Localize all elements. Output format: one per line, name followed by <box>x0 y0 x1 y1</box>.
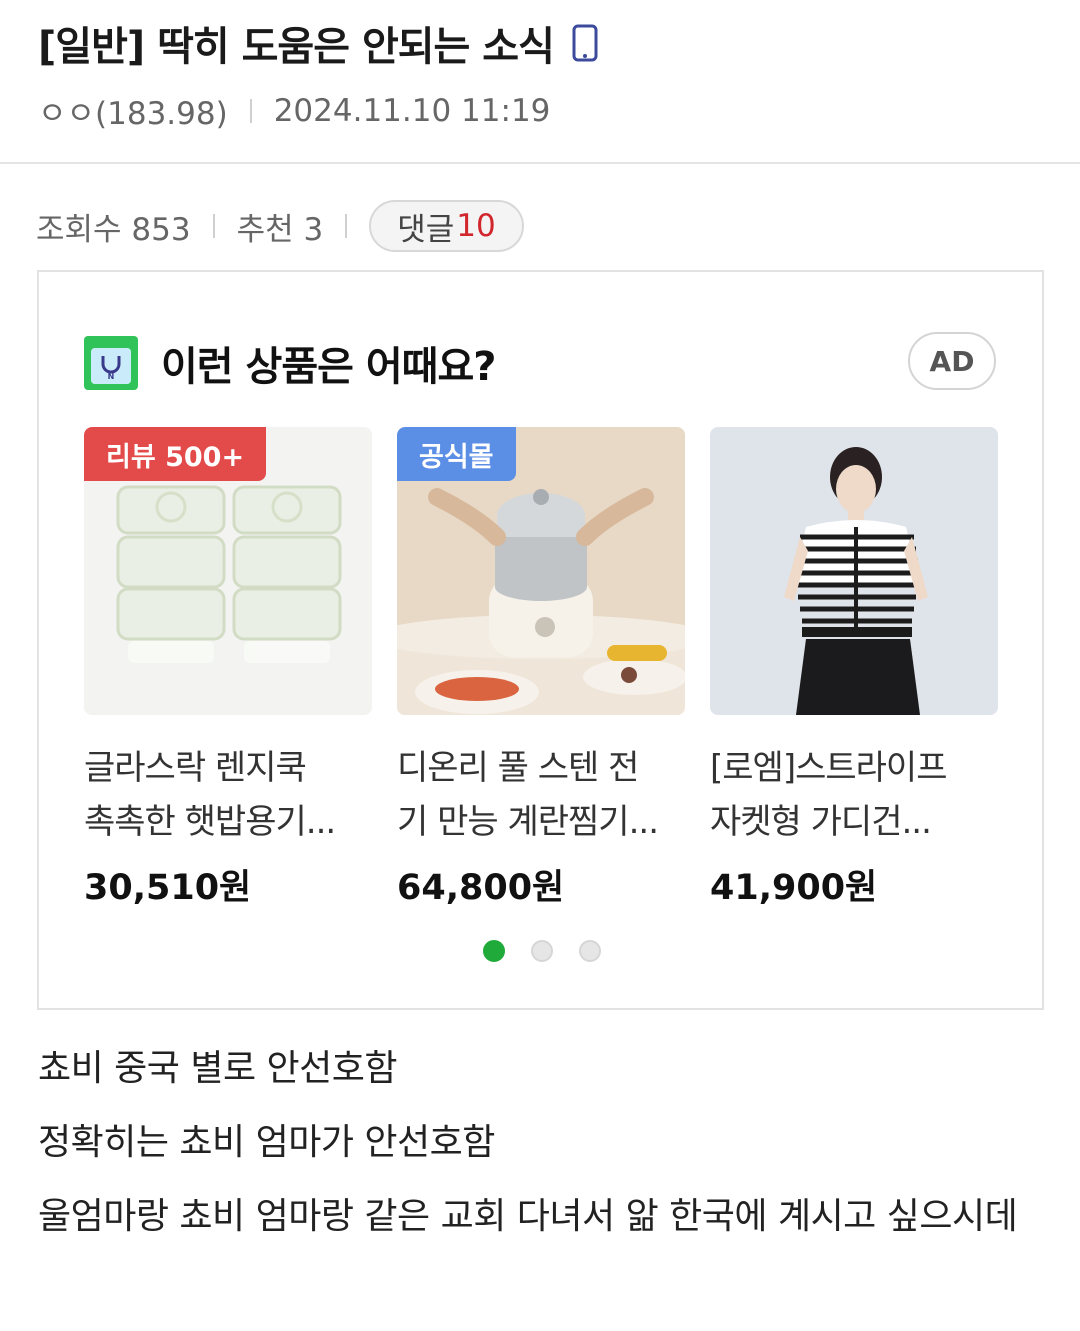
carousel-indicator <box>483 940 627 962</box>
product-name-line: 디온리 풀 스텐 전 <box>397 748 639 788</box>
ad-product-carousel: N 이런 상품은 어때요? AD 리뷰 500+ 글라스락 렌지쿡 촉촉한 햇밥… <box>37 270 1044 1010</box>
product-name-line: 기 만능 계란찜기... <box>397 802 659 842</box>
comment-button[interactable]: 댓글 10 <box>369 200 524 252</box>
comment-count: 10 <box>456 208 496 244</box>
product-name[interactable]: 글라스락 렌지쿡 촉촉한 햇밥용기... <box>84 741 372 849</box>
product-name[interactable]: 디온리 풀 스텐 전 기 만능 계란찜기... <box>397 741 685 849</box>
carousel-dot-active[interactable] <box>483 940 505 962</box>
product-image[interactable] <box>710 427 998 715</box>
post-title-text: [일반] 딱히 도움은 안되는 소식 <box>38 24 555 70</box>
author-name[interactable]: ㅇㅇ(183.98) <box>38 88 228 133</box>
product-tag: 공식몰 <box>397 427 516 481</box>
product-image[interactable]: 공식몰 <box>397 427 685 715</box>
post-title: [일반] 딱히 도움은 안되는 소식 <box>38 14 598 72</box>
mobile-phone-icon <box>572 24 598 62</box>
svg-text:N: N <box>108 372 115 381</box>
product-price: 64,800원 <box>397 868 565 908</box>
product-name-line: 글라스락 렌지쿡 <box>84 748 307 788</box>
post-body-line: 울엄마랑 쵸비 엄마랑 같은 교회 다녀서 앎 한국에 계시고 싶으시데 <box>38 1196 1018 1237</box>
divider <box>249 98 252 123</box>
recommend-count: 추천 3 <box>236 211 324 248</box>
product-name-line: 촉촉한 햇밥용기... <box>84 802 336 842</box>
post-meta: ㅇㅇ(183.98) 2024.11.10 11:19 <box>38 88 550 133</box>
product-card[interactable]: 리뷰 500+ 글라스락 렌지쿡 촉촉한 햇밥용기... 30,510원 <box>84 427 372 910</box>
product-card[interactable]: [로엠]스트라이프 자켓형 가디건... 41,900원 <box>710 427 998 910</box>
carousel-dot[interactable] <box>579 940 601 962</box>
comment-label: 댓글 <box>397 211 455 248</box>
divider <box>212 214 215 238</box>
ad-badge[interactable]: AD <box>908 332 996 390</box>
post-body-line: 쵸비 중국 별로 안선호함 <box>38 1048 398 1089</box>
post-body-line: 정확히는 쵸비 엄마가 안선호함 <box>38 1122 495 1163</box>
product-price: 30,510원 <box>84 868 252 908</box>
divider <box>345 214 348 238</box>
product-name-line: 자켓형 가디건... <box>710 802 932 842</box>
ad-title: 이런 상품은 어때요? <box>161 344 496 390</box>
post-stats: 조회수 853 추천 3 댓글 10 <box>36 200 524 252</box>
product-card[interactable]: 공식몰 디온리 풀 스텐 전 기 만능 계란찜기... 64,800원 <box>397 427 685 910</box>
shopping-bag-icon: N <box>84 336 138 390</box>
post-datetime: 2024.11.10 11:19 <box>273 92 551 129</box>
carousel-dot[interactable] <box>531 940 553 962</box>
product-tag: 리뷰 500+ <box>84 427 267 481</box>
product-name[interactable]: [로엠]스트라이프 자켓형 가디건... <box>710 741 998 849</box>
post-header: [일반] 딱히 도움은 안되는 소식 ㅇㅇ(183.98) 2024.11.10… <box>0 0 1080 164</box>
view-count: 조회수 853 <box>36 211 191 248</box>
product-name-line: [로엠]스트라이프 <box>710 748 948 788</box>
post-body: 쵸비 중국 별로 안선호함 정확히는 쵸비 엄마가 안선호함 울엄마랑 쵸비 엄… <box>38 1038 1048 1260</box>
product-price: 41,900원 <box>710 868 878 908</box>
product-image[interactable]: 리뷰 500+ <box>84 427 372 715</box>
